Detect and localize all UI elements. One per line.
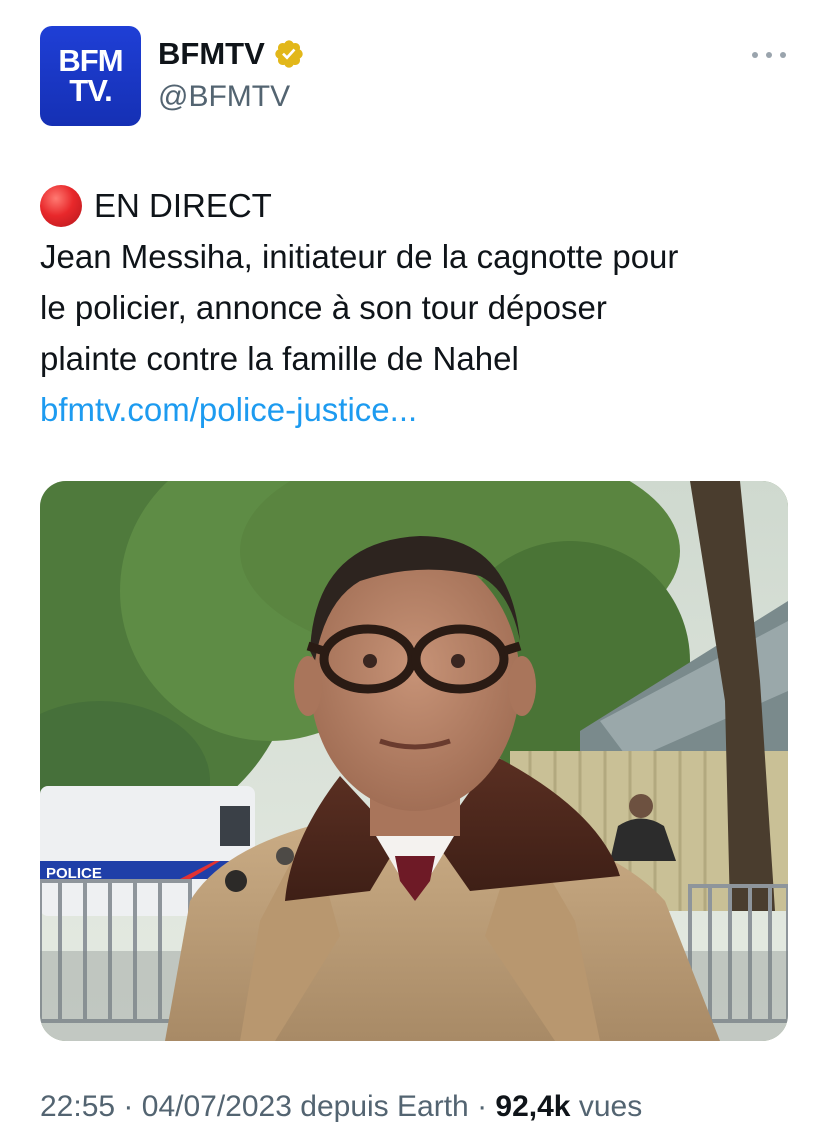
tweet-line-3: plainte contre la famille de Nahel [40,340,519,377]
more-options-icon[interactable] [752,48,786,62]
views-label: vues [578,1090,643,1123]
avatar-logo-line-1: BFM [58,43,123,78]
meta-separator: · [477,1090,488,1123]
red-circle-icon [40,184,82,227]
tweet-date[interactable]: 04/07/2023 [142,1090,292,1123]
avatar-logo-line-2: TV. [69,73,112,108]
verified-badge-icon [273,38,305,70]
views-count[interactable]: 92,4k [495,1090,570,1123]
tweet: BFM TV. BFMTV @BFMTV EN DIRECT Jean Mess… [0,0,828,1137]
account-handle[interactable]: @BFMTV [158,80,290,114]
photo-illustration: POLICE [40,481,788,1041]
tweet-meta: 22:55 · 04/07/2023 depuis Earth · 92,4k … [40,1090,642,1124]
article-link[interactable]: bfmtv.com/police-justice... [40,384,800,435]
display-name[interactable]: BFMTV [158,36,265,72]
tweet-line-2: le policier, annonce à son tour déposer [40,289,607,326]
name-row: BFMTV [158,34,305,74]
live-label: EN DIRECT [94,187,272,224]
tweet-source: depuis Earth [300,1090,469,1123]
meta-separator: · [123,1090,134,1123]
live-line: EN DIRECT [40,180,800,231]
tweet-line-1: Jean Messiha, initiateur de la cagnotte … [40,238,679,275]
tweet-time[interactable]: 22:55 [40,1090,115,1123]
avatar[interactable]: BFM TV. [40,26,141,126]
tweet-text: EN DIRECT Jean Messiha, initiateur de la… [40,180,800,435]
tweet-photo[interactable]: POLICE [40,481,788,1041]
